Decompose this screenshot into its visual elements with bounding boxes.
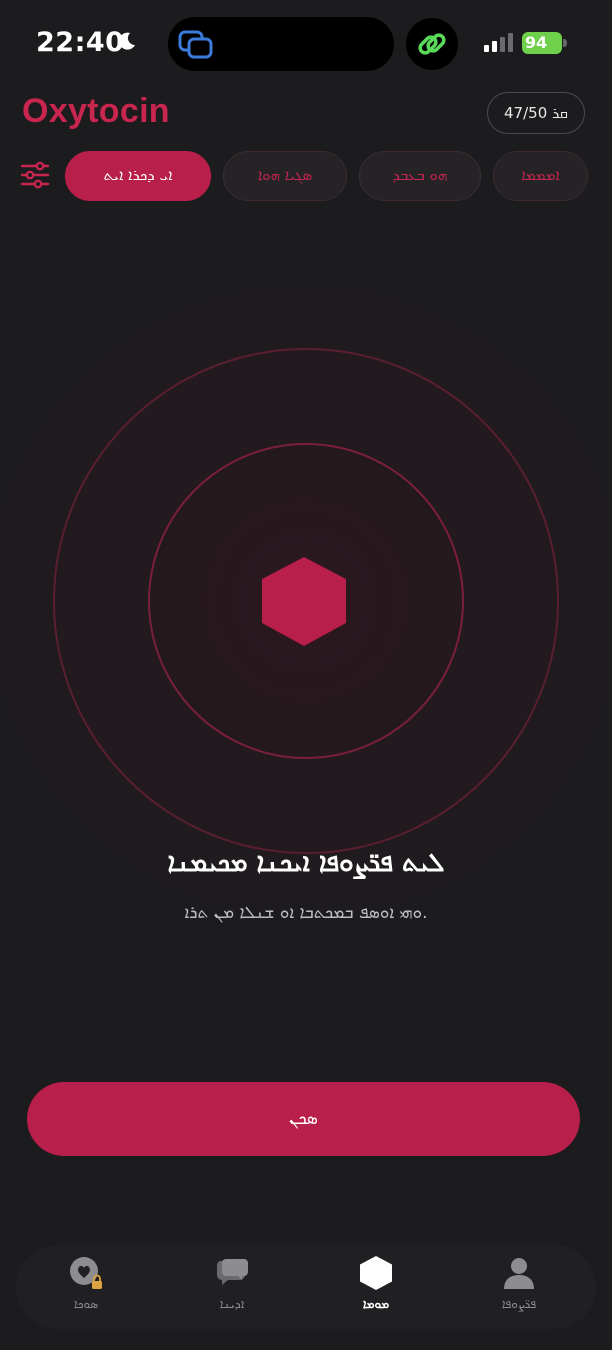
heart-lock-icon bbox=[70, 1257, 102, 1289]
empty-state-subtitle: ܘܗܝ ܐܘܣܦ ܒܡܟܬܒܐ ܐܘ ܫܢܠܐ ܡܢ ܬܪܐ. bbox=[184, 903, 428, 923]
sliders-icon[interactable] bbox=[20, 160, 50, 190]
find-button[interactable]: ܣܟܢ bbox=[27, 1082, 580, 1156]
radar-visual bbox=[0, 241, 612, 961]
status-time: 22:40 bbox=[36, 27, 125, 58]
nav-item-likes[interactable]: ܣܘܟܐ bbox=[26, 1245, 146, 1329]
multitask-icon bbox=[178, 30, 213, 59]
credits-counter[interactable]: 47/50 ܩܪ bbox=[487, 92, 585, 134]
app-title: Oxytocin bbox=[22, 92, 170, 130]
filter-chip-2[interactable]: ܣܓܝܐ ܗܘܐ bbox=[223, 151, 347, 201]
bottom-nav: ܣܘܟܐ ܐܕܝܢܐ ܡܘܡܐ ܦܪ̈ܨܘܦܐ bbox=[16, 1245, 596, 1329]
signal-icon bbox=[484, 33, 513, 52]
nav-label-profile: ܦܪ̈ܨܘܦܐ bbox=[501, 1297, 537, 1311]
dynamic-island bbox=[168, 17, 394, 71]
empty-state-title: ܠܝܬ ܦܪ̈ܨܘܦܐ ܐܝܟܢܐ ܡܟܝܡܢܐ bbox=[167, 848, 445, 878]
moon-icon bbox=[118, 32, 135, 50]
nav-item-chats[interactable]: ܐܕܝܢܐ bbox=[172, 1245, 292, 1329]
battery-level: 94 bbox=[525, 33, 548, 52]
app-screen: 22:40 94 Oxytocin 47/50 ܩܪ ܐܝ ܕܟܪܐ ܐܝܬ ܣ… bbox=[0, 0, 612, 1350]
filter-chip-4[interactable]: ܐܡܡܡܐ bbox=[493, 151, 588, 201]
profile-icon bbox=[504, 1258, 534, 1289]
nav-label-likes: ܣܘܟܐ bbox=[73, 1297, 99, 1311]
link-app-icon[interactable] bbox=[406, 18, 458, 70]
filter-chip-3[interactable]: ܗܘ ܒܥܒܕ bbox=[359, 151, 481, 201]
nav-item-discover[interactable]: ܡܘܡܐ bbox=[316, 1245, 436, 1329]
status-bar: 22:40 94 bbox=[0, 0, 612, 90]
filter-chip-1[interactable]: ܐܝ ܕܟܪܐ ܐܝܬ bbox=[65, 151, 211, 201]
hexagon-icon bbox=[360, 1256, 392, 1290]
nav-label-discover: ܡܘܡܐ bbox=[362, 1297, 390, 1311]
battery-indicator: 94 bbox=[522, 32, 568, 54]
chat-bubble-icon bbox=[216, 1259, 248, 1285]
nav-item-profile[interactable]: ܦܪ̈ܨܘܦܐ bbox=[459, 1245, 579, 1329]
nav-label-chats: ܐܕܝܢܐ bbox=[219, 1297, 245, 1311]
